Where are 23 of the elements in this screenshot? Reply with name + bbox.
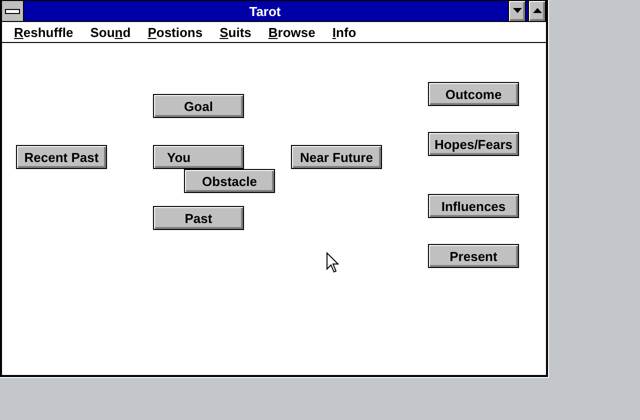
menu-item[interactable]: Info: [332, 24, 356, 40]
spread-position-button[interactable]: Present: [428, 244, 519, 268]
spread-position-button[interactable]: Obstacle: [184, 169, 275, 193]
menu-item[interactable]: Sound: [90, 24, 131, 40]
window-title: Tarot: [248, 4, 282, 18]
menu-item[interactable]: Postions: [148, 24, 203, 40]
menu-item[interactable]: Browse: [268, 24, 316, 40]
menu-item[interactable]: Suits: [220, 24, 252, 40]
menu-item[interactable]: Reshuffle: [14, 24, 74, 40]
spread-position-button[interactable]: Influences: [428, 194, 519, 218]
spread-position-button[interactable]: Hopes/Fears: [428, 132, 519, 156]
down-arrow-icon: [512, 8, 522, 14]
spread-position-button[interactable]: Near Future: [291, 145, 382, 169]
mouse-pointer-icon: [326, 252, 340, 274]
spread-position-button[interactable]: Outcome: [428, 82, 519, 106]
spread-position-button[interactable]: You: [153, 145, 244, 169]
up-arrow-icon: [532, 8, 542, 14]
system-menu-button[interactable]: [2, 1, 24, 21]
spread-position-button[interactable]: Goal: [153, 94, 244, 118]
minimize-button[interactable]: [508, 1, 526, 21]
spread-position-button[interactable]: Recent Past: [16, 145, 107, 169]
spread-position-button[interactable]: Past: [153, 206, 244, 230]
maximize-button[interactable]: [528, 1, 546, 21]
